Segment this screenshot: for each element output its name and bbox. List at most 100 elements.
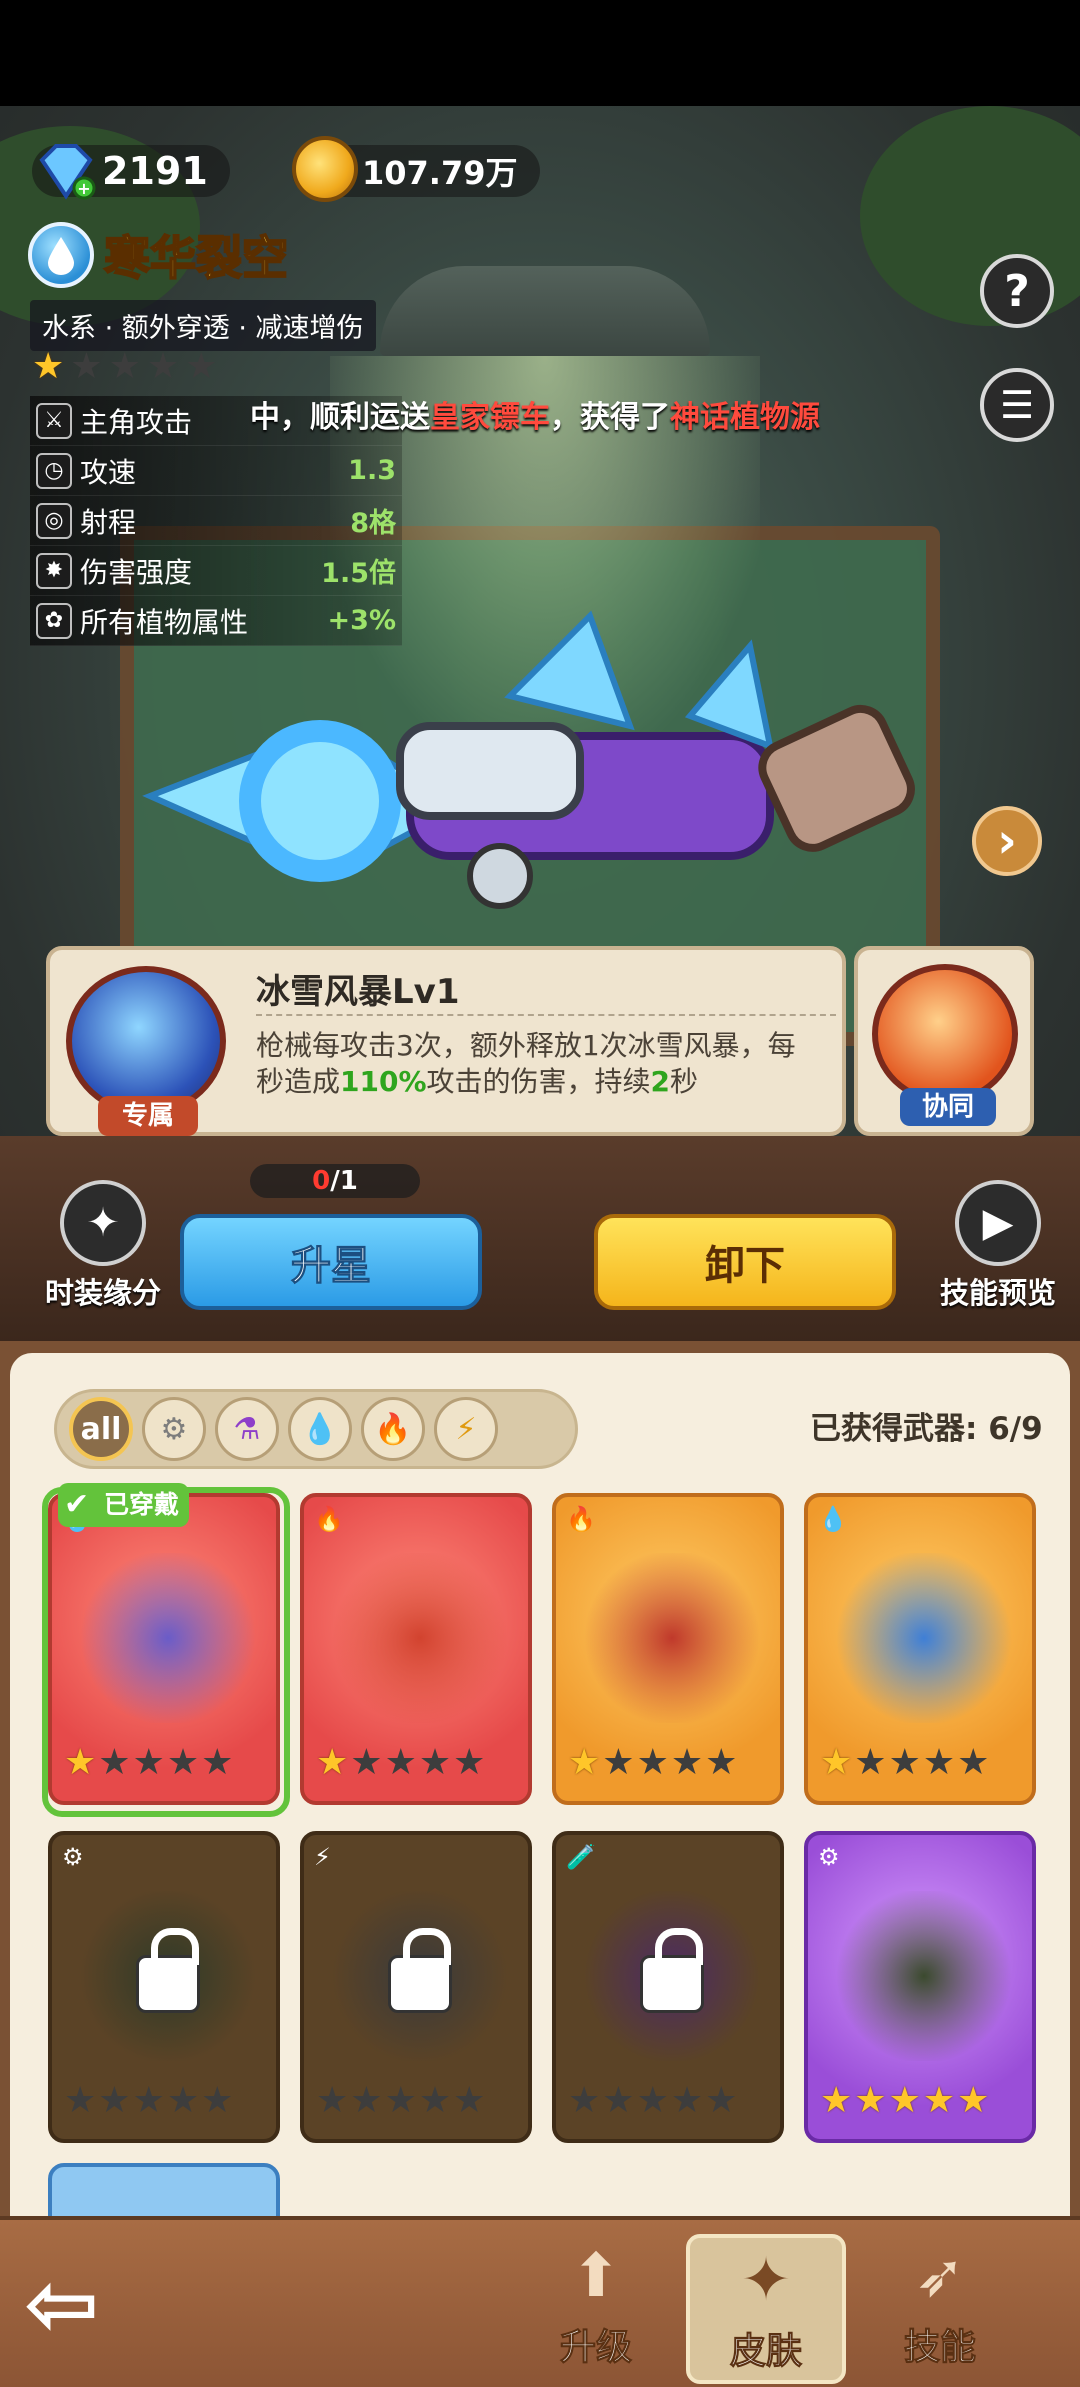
- filter-fire[interactable]: 🔥: [361, 1397, 425, 1461]
- stat-name: 射程: [80, 505, 137, 539]
- upgrade-star-button[interactable]: 升星: [180, 1214, 482, 1310]
- element-icon: ⚙: [818, 1843, 840, 1871]
- weapon-stars: ★ ★ ★ ★ ★: [32, 346, 217, 387]
- back-arrow-icon: ⇦: [24, 2252, 100, 2357]
- card-stars: ★ ★ ★ ★ ★: [820, 1742, 989, 1783]
- star-filled-icon: ★: [820, 2080, 853, 2121]
- weapon-showcase: [0, 106, 1080, 1341]
- card-stars: ★ ★ ★ ★ ★: [316, 2080, 485, 2121]
- owned-weapons-count: 已获得武器: 6/9: [810, 1411, 1043, 1447]
- weapon-card[interactable]: 🔥 ★ ★ ★ ★ ★: [552, 1493, 784, 1805]
- weapon-tags: 水系 · 额外穿透 · 减速增伤: [30, 300, 376, 351]
- weapon-title-row: 寒华裂空: [28, 222, 289, 288]
- star-empty-icon: ★: [384, 2080, 417, 2121]
- skill-preview-button[interactable]: ▶ 技能预览: [918, 1180, 1078, 1312]
- star-empty-icon: ★: [854, 1742, 887, 1783]
- damage-icon: ✸: [36, 552, 72, 589]
- stat-row: ◷ 攻速 1.3: [30, 446, 402, 496]
- unequip-button[interactable]: 卸下: [594, 1214, 896, 1310]
- help-button[interactable]: ?: [980, 254, 1054, 328]
- star-empty-icon: ★: [108, 346, 141, 387]
- star-empty-icon: ★: [602, 2080, 635, 2121]
- element-icon: ⚡: [314, 1843, 331, 1871]
- star-empty-icon: ★: [98, 2080, 131, 2121]
- skill-card[interactable]: 专属 冰雪风暴Lv1 枪械每攻击3次，额外释放1次冰雪风暴，每秒造成110%攻击…: [46, 946, 846, 1136]
- poison-icon: ⚗: [233, 1411, 261, 1447]
- synergy-card[interactable]: 协同: [854, 946, 1034, 1136]
- star-empty-icon: ★: [70, 346, 103, 387]
- skill-name: 冰雪风暴Lv1: [256, 972, 460, 1012]
- equipped-highlight: [42, 1487, 290, 1817]
- back-button[interactable]: ⇦: [24, 2260, 144, 2356]
- metal-icon: ⚙: [160, 1411, 188, 1447]
- star-empty-icon: ★: [384, 1742, 417, 1783]
- marquee-text: ，获得了: [550, 400, 670, 435]
- star-empty-icon: ★: [418, 1742, 452, 1783]
- coin-counter[interactable]: 107.79万: [292, 136, 540, 202]
- star-empty-icon: ★: [705, 1742, 738, 1783]
- marquee-highlight: 神话植物源: [670, 400, 820, 435]
- progress-total: /1: [330, 1166, 358, 1196]
- star-filled-icon: ★: [568, 1742, 601, 1783]
- skill-preview-label: 技能预览: [939, 1276, 1056, 1310]
- star-empty-icon: ★: [568, 2080, 601, 2121]
- divider: [256, 1014, 836, 1016]
- lock-icon: [388, 1928, 452, 2013]
- tab-skill-label: 技能: [903, 2327, 976, 2369]
- star-empty-icon: ★: [418, 2080, 452, 2121]
- card-stars: ★ ★ ★ ★ ★: [820, 2080, 989, 2121]
- stat-value: 8格: [350, 508, 396, 539]
- exclusive-badge: 专属: [98, 1096, 198, 1136]
- weapon-card[interactable]: 💧★★★★★: [804, 1493, 1036, 1805]
- element-icon: 🧪: [566, 1843, 596, 1871]
- fashion-bond-label: 时装缘分: [44, 1276, 161, 1310]
- lamp: [380, 266, 710, 356]
- weapon-thumbnail: [580, 1553, 764, 1723]
- clock-icon: ◷: [36, 452, 72, 489]
- next-weapon-button[interactable]: ›: [972, 806, 1042, 876]
- fashion-bond-button[interactable]: ✦ 时装缘分: [28, 1180, 178, 1312]
- tab-skin[interactable]: ✦ 皮肤: [686, 2234, 846, 2384]
- star-filled-icon: ★: [316, 1742, 349, 1783]
- star-empty-icon: ★: [670, 1742, 704, 1783]
- star-empty-icon: ★: [922, 1742, 956, 1783]
- weapon-card[interactable]: 🔥 ★ ★ ★ ★ ★: [300, 1493, 532, 1805]
- weapon-card[interactable]: ⚡ ★ ★ ★ ★ ★: [300, 1831, 532, 2143]
- filter-all[interactable]: all: [69, 1397, 133, 1461]
- star-empty-icon: ★: [166, 2080, 200, 2121]
- desc-highlight: 2: [650, 1065, 671, 1098]
- filter-water[interactable]: 💧: [288, 1397, 352, 1461]
- weapon-card[interactable]: 🧪 ★ ★ ★ ★ ★: [552, 1831, 784, 2143]
- element-icon: 🔥: [314, 1505, 344, 1533]
- synergy-badge: 协同: [900, 1088, 996, 1126]
- star-empty-icon: ★: [146, 346, 180, 387]
- weapon-card-partial[interactable]: [48, 2163, 280, 2223]
- card-stars: ★ ★ ★ ★ ★: [64, 2080, 233, 2121]
- weapon-card[interactable]: ⚙ ★ ★ ★ ★ ★: [48, 1831, 280, 2143]
- tab-skill[interactable]: ➶ 技能: [860, 2234, 1020, 2384]
- coin-icon: [292, 136, 358, 202]
- star-filled-icon: ★: [957, 2080, 990, 2121]
- desc-text: 秒: [670, 1065, 699, 1098]
- bottom-nav: ⇦ ⬆ 升级 ✦ 皮肤 ➶ 技能: [0, 2216, 1080, 2387]
- star-empty-icon: ★: [636, 1742, 669, 1783]
- water-element-icon: [28, 222, 94, 288]
- filter-poison[interactable]: ⚗: [215, 1397, 279, 1461]
- upgrade-arrow-icon: ⬆: [570, 2241, 622, 2311]
- gem-counter[interactable]: + 2191: [32, 140, 230, 202]
- stat-value: +3%: [327, 605, 396, 636]
- star-filled-icon: ★: [854, 2080, 887, 2121]
- star-empty-icon: ★: [705, 2080, 738, 2121]
- stat-value: 1.3: [348, 455, 396, 486]
- star-empty-icon: ★: [132, 2080, 165, 2121]
- tab-upgrade[interactable]: ⬆ 升级: [516, 2234, 676, 2384]
- menu-button[interactable]: ☰: [980, 368, 1054, 442]
- filter-metal[interactable]: ⚙: [142, 1397, 206, 1461]
- weapon-card[interactable]: ⚙ ★ ★ ★ ★ ★: [804, 1831, 1036, 2143]
- list-icon: ☰: [999, 383, 1035, 427]
- progress-current: 0: [312, 1166, 331, 1196]
- tab-upgrade-label: 升级: [559, 2327, 632, 2369]
- filter-lightning[interactable]: ⚡: [434, 1397, 498, 1461]
- sparkle-icon: ✦: [60, 1180, 146, 1266]
- star-filled-icon: ★: [32, 346, 65, 387]
